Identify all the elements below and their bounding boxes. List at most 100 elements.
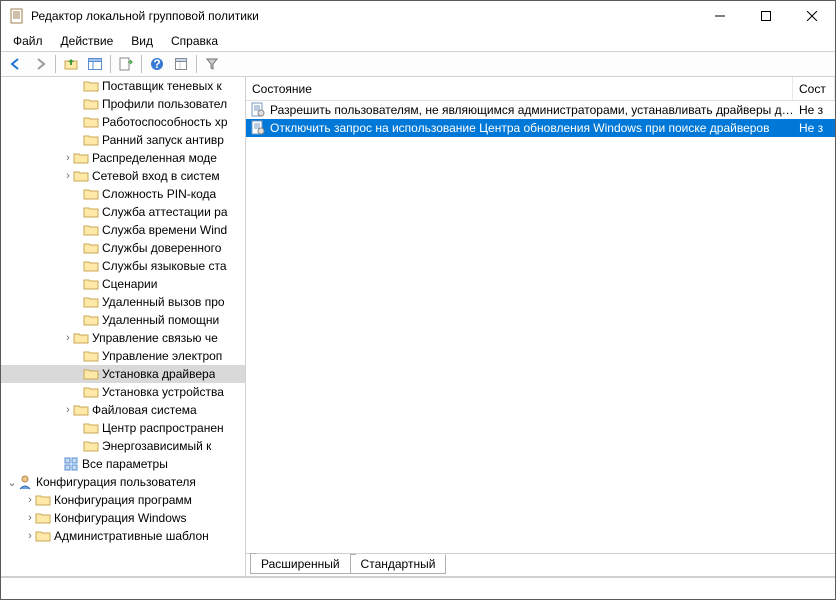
tree-item-label: Управление связью че — [92, 331, 218, 345]
folder-icon — [83, 348, 99, 364]
menu-action[interactable]: Действие — [53, 32, 122, 50]
tree-item[interactable]: ⌄Конфигурация пользователя — [1, 473, 245, 491]
tree-item-label: Службы языковые ста — [102, 259, 227, 273]
show-hide-tree-button[interactable] — [84, 53, 106, 75]
properties-button[interactable] — [170, 53, 192, 75]
maximize-button[interactable] — [743, 1, 789, 31]
title-bar: Редактор локальной групповой политики — [1, 1, 835, 31]
tree-item[interactable]: Поставщик теневых к — [1, 77, 245, 95]
folder-icon — [35, 528, 51, 544]
tree-item[interactable]: Ранний запуск антивр — [1, 131, 245, 149]
chevron-right-icon[interactable]: › — [25, 530, 35, 542]
menu-file[interactable]: Файл — [5, 32, 51, 50]
toolbar: ? — [1, 51, 835, 77]
tree-item[interactable]: Все параметры — [1, 455, 245, 473]
svg-text:?: ? — [153, 57, 160, 71]
folder-icon — [83, 366, 99, 382]
folder-icon — [73, 168, 89, 184]
tree-item[interactable]: Службы языковые ста — [1, 257, 245, 275]
tree-item[interactable]: Управление электроп — [1, 347, 245, 365]
app-window: Редактор локальной групповой политики Фа… — [0, 0, 836, 600]
tree-item[interactable]: Сложность PIN-кода — [1, 185, 245, 203]
tree-item-label: Управление электроп — [102, 349, 222, 363]
tree-item-label: Файловая система — [92, 403, 197, 417]
tree-item-label: Работоспособность хр — [102, 115, 228, 129]
tree-item[interactable]: › Распределенная моде — [1, 149, 245, 167]
column-header-status[interactable]: Состояние — [246, 77, 793, 100]
folder-icon — [73, 402, 89, 418]
tree-item[interactable]: Удаленный вызов про — [1, 293, 245, 311]
policy-label: Разрешить пользователям, не являющимся а… — [270, 103, 793, 117]
folder-icon — [83, 186, 99, 202]
up-folder-button[interactable] — [60, 53, 82, 75]
tree-item[interactable]: Служба аттестации ра — [1, 203, 245, 221]
tree-item[interactable]: Службы доверенного — [1, 239, 245, 257]
chevron-down-icon[interactable]: ⌄ — [7, 476, 17, 489]
folder-icon — [83, 114, 99, 130]
tree-item-label: Службы доверенного — [102, 241, 221, 255]
separator — [141, 55, 142, 73]
tree-scroll[interactable]: Поставщик теневых к Профили пользовател Ра… — [1, 77, 245, 559]
minimize-button[interactable] — [697, 1, 743, 31]
menu-help[interactable]: Справка — [163, 32, 226, 50]
folder-icon — [83, 294, 99, 310]
export-button[interactable] — [115, 53, 137, 75]
folder-icon — [83, 240, 99, 256]
forward-button[interactable] — [29, 53, 51, 75]
folder-icon — [83, 132, 99, 148]
tree-item[interactable]: ›Конфигурация программ — [1, 491, 245, 509]
chevron-right-icon[interactable]: › — [63, 152, 73, 164]
tree-item[interactable]: Профили пользовател — [1, 95, 245, 113]
chevron-right-icon[interactable]: › — [63, 170, 73, 182]
folder-icon — [83, 384, 99, 400]
back-button[interactable] — [5, 53, 27, 75]
folder-icon — [83, 420, 99, 436]
status-bar — [1, 577, 835, 599]
tree-item[interactable]: Работоспособность хр — [1, 113, 245, 131]
tab-extended[interactable]: Расширенный — [250, 554, 351, 574]
chevron-right-icon[interactable]: › — [63, 332, 73, 344]
tree-body: Поставщик теневых к Профили пользовател Ра… — [1, 77, 245, 559]
tree-item[interactable]: ›Административные шаблон — [1, 527, 245, 545]
close-button[interactable] — [789, 1, 835, 31]
tree-item-label: Установка драйвера — [102, 367, 215, 381]
menu-bar: Файл Действие Вид Справка — [1, 31, 835, 51]
policy-row[interactable]: Разрешить пользователям, не являющимся а… — [246, 101, 835, 119]
help-button[interactable]: ? — [146, 53, 168, 75]
tree-item[interactable]: › Управление связью че — [1, 329, 245, 347]
tree-horizontal-scrollbar[interactable] — [1, 559, 245, 576]
chevron-right-icon[interactable]: › — [63, 404, 73, 416]
menu-view[interactable]: Вид — [123, 32, 161, 50]
column-header-state[interactable]: Сост — [793, 77, 835, 100]
list-horizontal-scrollbar[interactable] — [246, 536, 835, 553]
policy-row[interactable]: Отключить запрос на использование Центра… — [246, 119, 835, 137]
view-tabs: Расширенный Стандартный — [246, 554, 835, 576]
tree-item[interactable]: ›Конфигурация Windows — [1, 509, 245, 527]
folder-icon — [83, 96, 99, 112]
folder-icon — [35, 492, 51, 508]
tree-item[interactable]: Сценарии — [1, 275, 245, 293]
tree-item-label: Сценарии — [102, 277, 157, 291]
tree-item[interactable]: › Файловая система — [1, 401, 245, 419]
tree-item[interactable]: Энергозависимый к — [1, 437, 245, 455]
userconf-icon — [17, 474, 33, 490]
tree-item[interactable]: Удаленный помощни — [1, 311, 245, 329]
tree-item[interactable]: Служба времени Wind — [1, 221, 245, 239]
tree-item-label: Поставщик теневых к — [102, 79, 222, 93]
tree-item[interactable]: Установка драйвера — [1, 365, 245, 383]
policy-icon — [250, 102, 266, 118]
filter-button[interactable] — [201, 53, 223, 75]
tree-item-label: Сетевой вход в систем — [92, 169, 220, 183]
tree-item-label: Все параметры — [82, 457, 168, 471]
tree-item[interactable]: Установка устройства — [1, 383, 245, 401]
policy-label: Отключить запрос на использование Центра… — [270, 121, 769, 135]
tab-standard[interactable]: Стандартный — [350, 554, 447, 574]
policy-icon — [250, 120, 266, 136]
tree-item[interactable]: › Сетевой вход в систем — [1, 167, 245, 185]
tree-item-label: Распределенная моде — [92, 151, 217, 165]
policy-state: Не з — [793, 103, 835, 117]
chevron-right-icon[interactable]: › — [25, 494, 35, 506]
tree-item[interactable]: Центр распространен — [1, 419, 245, 437]
folder-icon — [73, 330, 89, 346]
chevron-right-icon[interactable]: › — [25, 512, 35, 524]
